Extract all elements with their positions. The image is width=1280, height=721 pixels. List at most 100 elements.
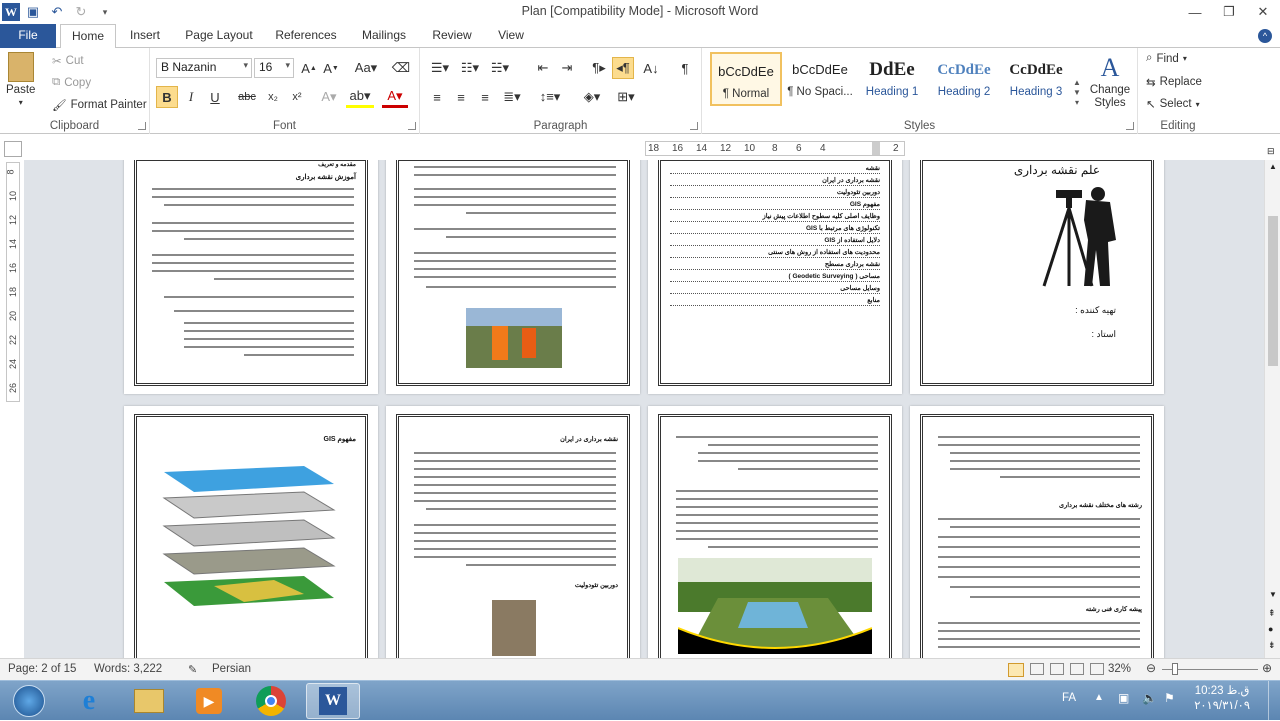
page-2[interactable]	[386, 160, 640, 394]
style-no-spacing[interactable]: bCcDdEe ¶ No Spaci...	[784, 52, 856, 106]
style-normal[interactable]: bCcDdEe ¶ Normal	[710, 52, 782, 106]
strikethrough-button[interactable]: abc	[236, 86, 258, 108]
clipboard-launcher-icon[interactable]	[138, 122, 146, 130]
vertical-ruler[interactable]: 8 10 12 14 16 18 20 22 24 26	[6, 162, 20, 402]
italic-button[interactable]: I	[180, 86, 202, 108]
change-styles-button[interactable]: A Change Styles	[1088, 52, 1132, 110]
browse-object-icon[interactable]: ●	[1268, 624, 1273, 634]
bullets-icon[interactable]: ☰▾	[426, 57, 454, 79]
show-desktop-button[interactable]	[1268, 681, 1280, 721]
align-center-icon[interactable]: ≡	[450, 86, 472, 108]
subscript-button[interactable]: x₂	[262, 86, 284, 108]
grow-font-icon[interactable]: A ▲	[298, 57, 320, 79]
styles-scroll-icon[interactable]: ▲ ▼ ▾	[1072, 78, 1082, 110]
tab-view[interactable]: View	[488, 24, 534, 48]
underline-button[interactable]: U	[204, 86, 226, 108]
format-painter-button[interactable]: 🖌 Format Painter	[52, 98, 147, 112]
page-8[interactable]: رشته های مختلف نقشه برداری پیشه کاری فنی…	[910, 406, 1164, 658]
zoom-slider-thumb[interactable]	[1172, 663, 1178, 675]
cut-button[interactable]: ✂ Cut	[52, 54, 84, 68]
zoom-level[interactable]: 32%	[1108, 663, 1131, 675]
tray-expand-icon[interactable]: ▲	[1094, 692, 1104, 703]
text-effects-icon[interactable]: A▾	[318, 86, 340, 108]
copy-button[interactable]: ⧉ Copy	[52, 76, 91, 89]
styles-launcher-icon[interactable]	[1126, 122, 1134, 130]
tab-mailings[interactable]: Mailings	[352, 24, 416, 48]
decrease-indent-icon[interactable]: ⇤	[532, 57, 554, 79]
page-indicator[interactable]: Page: 2 of 15	[8, 663, 76, 675]
chrome-icon[interactable]	[244, 683, 298, 719]
clear-formatting-icon[interactable]: ⌫	[390, 57, 412, 79]
tab-page-layout[interactable]: Page Layout	[178, 24, 260, 48]
page-4-cover[interactable]: علم نقشه برداری تهیه کننده : استاد :	[910, 160, 1164, 394]
previous-page-icon[interactable]: ⇞	[1268, 608, 1276, 619]
close-icon[interactable]: ✕	[1246, 0, 1280, 24]
web-layout-view-icon[interactable]	[1050, 663, 1064, 675]
numbering-icon[interactable]: ☷▾	[456, 57, 484, 79]
page-6[interactable]: نقشه برداری در ایران دوربین تئودولیت	[386, 406, 640, 658]
page-3-toc[interactable]: نقشه نقشه برداری در ایران دوربین تئودولی…	[648, 160, 902, 394]
rtl-direction-icon[interactable]: ◂¶	[612, 57, 634, 79]
borders-icon[interactable]: ⊞▾	[612, 86, 640, 108]
highlight-icon[interactable]: ab▾	[346, 86, 374, 108]
next-page-icon[interactable]: ⇟	[1268, 640, 1276, 651]
word-taskbar-icon[interactable]: W	[306, 683, 360, 719]
media-player-icon[interactable]: ▶	[182, 683, 236, 719]
multilevel-list-icon[interactable]: ☵▾	[486, 57, 514, 79]
word-count[interactable]: Words: 3,222	[94, 663, 162, 675]
font-size-combo[interactable]: 16 ▾	[254, 58, 294, 78]
file-explorer-icon[interactable]	[122, 683, 176, 719]
zoom-out-icon[interactable]: ⊖	[1146, 661, 1156, 675]
proofing-icon[interactable]: ✎	[188, 663, 197, 676]
page-5[interactable]: مفهوم GIS	[124, 406, 378, 658]
superscript-button[interactable]: x²	[286, 86, 308, 108]
scrollbar-thumb[interactable]	[1268, 216, 1278, 366]
select-button[interactable]: ↖ Select ▾	[1146, 97, 1200, 111]
draft-view-icon[interactable]	[1090, 663, 1104, 675]
tab-insert[interactable]: Insert	[120, 24, 170, 48]
restore-icon[interactable]: ❐	[1212, 0, 1246, 24]
paste-button[interactable]: Paste ▾	[6, 52, 35, 107]
right-indent-marker[interactable]	[872, 142, 880, 155]
shrink-font-icon[interactable]: A ▼	[320, 57, 342, 79]
page-7[interactable]	[648, 406, 902, 658]
tab-file[interactable]: File	[0, 24, 56, 48]
split-icon[interactable]: ⊟	[1267, 146, 1275, 157]
ribbon-collapse-icon[interactable]: ^	[1258, 29, 1272, 43]
font-name-combo[interactable]: B Nazanin ▾	[156, 58, 252, 78]
ruler-toggle-button[interactable]	[4, 141, 22, 157]
font-color-icon[interactable]: A▾	[382, 86, 408, 108]
minimize-icon[interactable]: —	[1178, 0, 1212, 24]
document-area[interactable]: مقدمه و تعریف آموزش نقشه برداری نقشه نقش…	[24, 160, 1264, 658]
flag-icon[interactable]: ⚑	[1164, 691, 1175, 705]
justify-icon[interactable]: ≣▾	[498, 86, 526, 108]
sort-icon[interactable]: A↓	[640, 57, 662, 79]
start-button[interactable]	[2, 683, 56, 719]
align-right-icon[interactable]: ≡	[474, 86, 496, 108]
full-screen-view-icon[interactable]	[1030, 663, 1044, 675]
increase-indent-icon[interactable]: ⇥	[556, 57, 578, 79]
line-spacing-icon[interactable]: ↕≡▾	[536, 86, 564, 108]
print-layout-view-icon[interactable]	[1008, 663, 1024, 677]
zoom-in-icon[interactable]: ⊕	[1262, 661, 1272, 675]
vertical-scrollbar[interactable]: ⊟ ▲ ▼ ⇞ ● ⇟	[1264, 146, 1280, 658]
scroll-up-icon[interactable]: ▲	[1269, 162, 1277, 171]
tab-review[interactable]: Review	[424, 24, 480, 48]
style-heading-3[interactable]: CcDdEe Heading 3	[1000, 52, 1072, 106]
page-1[interactable]: مقدمه و تعریف آموزش نقشه برداری	[124, 160, 378, 394]
style-heading-2[interactable]: CcDdEe Heading 2	[928, 52, 1000, 106]
paragraph-launcher-icon[interactable]	[690, 122, 698, 130]
style-heading-1[interactable]: DdEe Heading 1	[856, 52, 928, 106]
clock[interactable]: 10:23 ق.ظ ۲۰۱۹/۳۱/۰۹	[1194, 684, 1250, 714]
align-left-icon[interactable]: ≡	[426, 86, 448, 108]
bold-button[interactable]: B	[156, 86, 178, 108]
find-button[interactable]: ⌕ Find ▾	[1146, 52, 1187, 65]
network-icon[interactable]: ▣	[1118, 691, 1129, 705]
shading-icon[interactable]: ◈▾	[578, 86, 606, 108]
replace-button[interactable]: ⇆ Replace	[1146, 75, 1202, 89]
font-launcher-icon[interactable]	[408, 122, 416, 130]
tab-home[interactable]: Home	[60, 24, 116, 49]
scroll-down-icon[interactable]: ▼	[1269, 590, 1277, 599]
input-language[interactable]: FA	[1062, 692, 1076, 704]
show-hide-icon[interactable]: ¶	[674, 57, 696, 79]
